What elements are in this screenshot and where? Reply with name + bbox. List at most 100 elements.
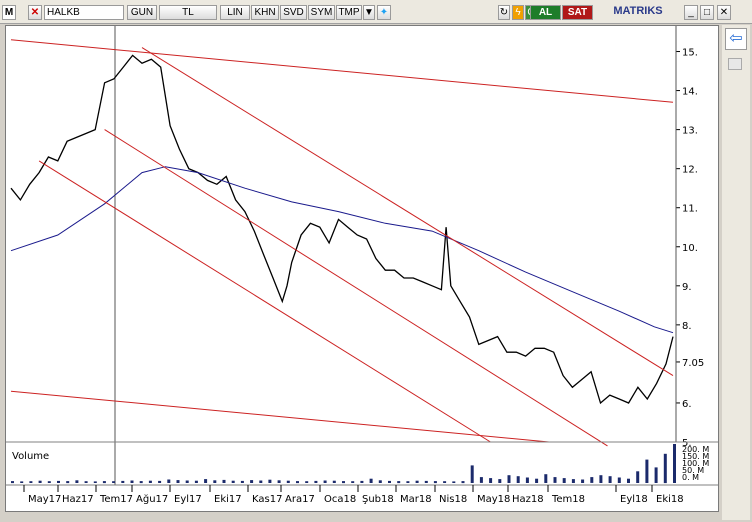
volume-bar [544, 474, 548, 483]
bird-icon[interactable]: ✦ [377, 5, 391, 20]
x-tick-label: Oca18 [324, 494, 356, 505]
volume-bar [342, 481, 345, 484]
right-toolbar: ⇦ [722, 25, 750, 520]
x-tick-label: Şub18 [362, 494, 394, 505]
volume-bar [360, 480, 364, 483]
channel-line-line [10, 390, 550, 443]
volume-bar [433, 481, 437, 484]
volume-bar [121, 480, 125, 483]
x-tick-label: Ara17 [285, 494, 315, 505]
buy-button[interactable]: AL [530, 5, 561, 20]
x-tick-label: May18 [477, 494, 510, 505]
volume-bar [351, 481, 355, 483]
volume-bar [461, 481, 465, 484]
volume-bar [608, 476, 612, 483]
volume-bar [112, 481, 116, 483]
refresh-icon[interactable]: ↻ [498, 5, 510, 20]
y-tick-label: 11. [682, 204, 698, 215]
sym-button[interactable]: SYM [308, 5, 335, 20]
volume-bar [636, 471, 640, 483]
volume-bar [305, 481, 309, 483]
symbol-field[interactable]: HALKB [44, 5, 124, 20]
currency-button[interactable]: TL [159, 5, 217, 20]
logo-button[interactable]: M [2, 5, 16, 20]
x-tick-label: May17 [28, 494, 61, 505]
volume-bar [102, 481, 106, 484]
volume-bar [452, 481, 456, 483]
sell-button[interactable]: SAT [562, 5, 593, 20]
x-tick-label: Eki18 [656, 494, 684, 505]
volume-bar [470, 465, 474, 483]
volume-bar [571, 479, 575, 483]
volume-bar [57, 480, 60, 483]
volume-bar [176, 480, 180, 483]
volume-bar [673, 444, 676, 483]
volume-bar [84, 481, 88, 483]
volume-tick-label: 0. M [682, 473, 699, 482]
volume-bar [378, 480, 382, 483]
close-icon[interactable]: ✕ [717, 5, 731, 20]
period-button[interactable]: GUN [127, 5, 157, 20]
x-tick-label: Haz18 [512, 494, 544, 505]
volume-bar [148, 480, 152, 483]
svd-button[interactable]: SVD [280, 5, 307, 20]
volume-bar [185, 480, 189, 483]
moving-average-line [10, 166, 674, 334]
khn-button[interactable]: KHN [251, 5, 279, 20]
x-tick-label: Ağu17 [136, 493, 168, 505]
price-line [10, 54, 674, 405]
volume-label: Volume [12, 451, 49, 462]
volume-bar [617, 477, 621, 483]
x-tick-label: Haz17 [62, 494, 94, 505]
y-tick-label: 12. [682, 165, 698, 176]
volume-bar [231, 480, 235, 483]
bolt-icon[interactable]: ϟ [512, 5, 524, 20]
channel-line-line [10, 39, 674, 103]
volume-bar [93, 481, 97, 483]
volume-bar [581, 479, 585, 483]
volume-bar [645, 459, 649, 483]
volume-bar [525, 477, 529, 483]
volume-bar [562, 478, 566, 483]
y-tick-label: 7.05 [682, 358, 704, 369]
volume-bar [498, 479, 502, 483]
volume-bar [259, 480, 263, 483]
volume-bar [268, 479, 272, 483]
x-tick-label: Tem18 [551, 494, 585, 505]
volume-bar [75, 480, 79, 483]
chart-close-icon[interactable]: ✕ [28, 5, 42, 20]
volume-bar [286, 480, 290, 483]
volume-bar [11, 481, 14, 484]
volume-bar [599, 475, 603, 483]
volume-bar [397, 481, 401, 484]
volume-bar [29, 481, 33, 483]
back-arrow-icon[interactable]: ⇦ [725, 28, 747, 50]
volume-bar [535, 478, 539, 483]
volume-bar [250, 480, 254, 483]
y-tick-label: 9. [682, 282, 692, 293]
volume-bar [323, 480, 327, 483]
volume-bar [369, 478, 373, 483]
volume-bar [296, 481, 299, 484]
volume-bar [507, 475, 511, 483]
tmp-button[interactable]: TMP [336, 5, 362, 20]
volume-bar [663, 453, 667, 484]
volume-bar [654, 467, 658, 483]
x-tick-label: Eyl17 [174, 494, 202, 505]
x-tick-label: Eki17 [214, 494, 242, 505]
volume-bar [240, 480, 244, 483]
price-chart[interactable]: 15.14.13.12.11.10.9.8.7.056.5. Volume 20… [6, 26, 719, 512]
volume-bar [479, 477, 483, 483]
volume-bar [277, 480, 281, 483]
minimize-icon[interactable]: _ [684, 5, 698, 20]
dropdown-arrow-icon[interactable]: ▼ [363, 5, 375, 20]
volume-bar [332, 480, 336, 483]
volume-bar [388, 480, 391, 483]
maximize-icon[interactable]: □ [700, 5, 714, 20]
scroll-up-icon[interactable] [728, 58, 742, 70]
lin-button[interactable]: LIN [220, 5, 250, 20]
x-tick-label: Kas17 [252, 494, 282, 505]
toolbar: M ✕ HALKB GUN TL LIN KHN SVD SYM TMP ▼ ✦… [0, 0, 752, 24]
chart-area[interactable]: 15. 14. 13. 12. 11. 10. 9. 8. 7.05 6. 5. Volume 20… [5, 25, 719, 512]
volume-bar [38, 480, 42, 483]
